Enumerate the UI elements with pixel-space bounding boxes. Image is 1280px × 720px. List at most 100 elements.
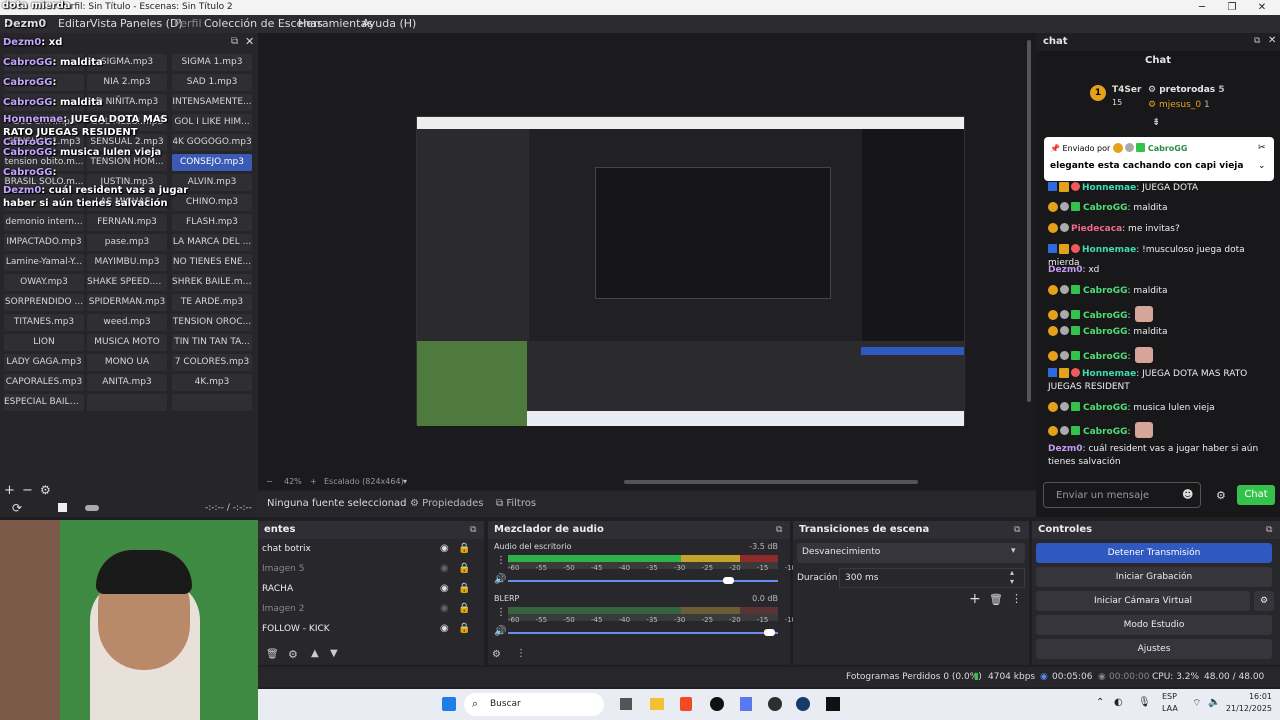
float-dock-icon[interactable]: ⧉ xyxy=(1014,525,1020,535)
studio-mode-button[interactable]: Modo Estudio xyxy=(1036,615,1272,635)
brave-icon[interactable] xyxy=(680,697,692,711)
gear-icon[interactable]: ⚙ xyxy=(288,648,298,661)
sound-button[interactable]: 4K.mp3 xyxy=(172,374,252,391)
sound-button[interactable]: OWAY.mp3 xyxy=(4,274,84,291)
volume-knob[interactable] xyxy=(723,577,734,584)
obs-icon[interactable] xyxy=(710,697,724,711)
chevron-down-icon[interactable]: ⌄ xyxy=(1258,161,1266,171)
wifi-icon[interactable]: ⌔ xyxy=(1192,697,1201,710)
horizontal-scrollbar[interactable] xyxy=(624,480,918,484)
close-dock-icon[interactable]: ✕ xyxy=(245,35,254,48)
sound-button[interactable]: TIN TIN TAN TA... xyxy=(172,334,252,351)
float-dock-icon[interactable]: ⧉ xyxy=(776,525,782,535)
volume-icon[interactable]: 🔊 xyxy=(494,626,506,637)
visibility-icon[interactable]: ◉ xyxy=(440,583,449,594)
visibility-icon[interactable]: ◉ xyxy=(440,563,449,574)
menu-ayuda[interactable]: Ayuda (H) xyxy=(362,15,416,33)
volume-slider[interactable] xyxy=(508,580,778,582)
sound-button[interactable]: NO TIENES ENE... xyxy=(172,254,252,271)
close-dock-icon[interactable]: ✕ xyxy=(1268,35,1276,46)
lock-icon[interactable]: 🔒 xyxy=(458,563,470,574)
stop-icon[interactable] xyxy=(58,503,67,512)
kebab-menu-icon[interactable]: ⋮ xyxy=(1011,592,1022,605)
source-item[interactable]: chat botrix xyxy=(262,544,311,554)
duration-input[interactable]: 300 ms ▴ ▾ xyxy=(839,568,1025,588)
zoom-plus[interactable]: + xyxy=(310,475,317,489)
zoom-minus[interactable]: − xyxy=(266,475,273,489)
menu-editar[interactable]: Editar xyxy=(58,15,91,33)
filters-button[interactable]: ⧉ Filtros xyxy=(496,498,536,509)
chat-send-button[interactable]: Chat xyxy=(1237,485,1275,505)
sound-button[interactable]: CONSEJO.mp3 xyxy=(172,154,252,171)
sound-button[interactable]: demonio intern... xyxy=(4,214,84,231)
float-dock-icon[interactable]: ⧉ xyxy=(231,36,238,47)
chevron-down-icon[interactable]: ▾ xyxy=(403,475,407,489)
source-item[interactable]: Imagen 5 xyxy=(262,564,304,574)
file-explorer-icon[interactable] xyxy=(650,698,664,710)
kebab-menu-icon[interactable]: ⋮ xyxy=(496,555,506,566)
sound-button[interactable]: FLASH.mp3 xyxy=(172,214,252,231)
sound-button[interactable]: MUSICA MOTO xyxy=(87,334,167,351)
app-icon[interactable] xyxy=(740,697,752,711)
float-dock-icon[interactable]: ⧉ xyxy=(1254,36,1260,46)
sound-button[interactable]: MAYIMBU.mp3 xyxy=(87,254,167,271)
volume-knob[interactable] xyxy=(764,629,775,636)
visibility-icon[interactable]: ◉ xyxy=(440,543,449,554)
sound-button[interactable]: ESPECIAL BAILA... xyxy=(4,394,84,411)
transition-select[interactable]: Desvanecimiento ▾ xyxy=(797,543,1025,563)
sound-button[interactable]: TE ARDE.mp3 xyxy=(172,294,252,311)
sound-button[interactable]: pase.mp3 xyxy=(87,234,167,251)
float-dock-icon[interactable]: ⧉ xyxy=(470,525,476,535)
language-label[interactable]: ESP xyxy=(1162,692,1177,701)
lock-icon[interactable]: 🔒 xyxy=(458,603,470,614)
program-preview[interactable] xyxy=(416,116,965,426)
close-window-button[interactable]: ✕ xyxy=(1244,0,1280,15)
steam-icon[interactable] xyxy=(796,697,810,711)
sound-button[interactable]: CAPORALES.mp3 xyxy=(4,374,84,391)
sound-button[interactable]: FERNAN.mp3 xyxy=(87,214,167,231)
trash-icon[interactable]: 🗑 xyxy=(989,593,1003,606)
sound-button[interactable]: Lamine-Yamal-Y... xyxy=(4,254,84,271)
sound-button[interactable]: IMPACTADO.mp3 xyxy=(4,234,84,251)
gear-icon[interactable]: ⚙ xyxy=(1254,591,1274,611)
volume-icon[interactable]: 🔈 xyxy=(1208,697,1220,708)
volume-slider[interactable] xyxy=(508,632,778,634)
sound-button[interactable]: LA MARCA DEL ... xyxy=(172,234,252,251)
kebab-menu-icon[interactable]: ⋮ xyxy=(516,648,526,659)
sound-button[interactable]: TENSION OROC... xyxy=(172,314,252,331)
clock-time[interactable]: 16:01 xyxy=(1224,692,1272,701)
properties-button[interactable]: ⚙ Propiedades xyxy=(410,498,483,509)
sound-button[interactable]: TITANES.mp3 xyxy=(4,314,84,331)
capcut-icon[interactable] xyxy=(826,697,840,711)
settings-button[interactable]: Ajustes xyxy=(1036,639,1272,659)
mixer-settings-icon[interactable]: ⚙ xyxy=(492,649,501,660)
sound-button[interactable]: SAD 1.mp3 xyxy=(172,74,252,91)
sound-button[interactable]: NIA 2.mp3 xyxy=(87,74,167,91)
sound-button[interactable]: LION xyxy=(4,334,84,351)
sound-button[interactable] xyxy=(172,394,252,411)
sound-button[interactable]: SHREK BAILE.mp3 xyxy=(172,274,252,291)
add-icon[interactable]: + xyxy=(4,483,15,498)
loop-icon[interactable]: ⟳ xyxy=(12,501,22,515)
task-view-icon[interactable] xyxy=(620,698,632,710)
sound-button[interactable]: SORPRENDIDO ... xyxy=(4,294,84,311)
unpin-icon[interactable]: ✂ xyxy=(1258,143,1266,153)
pinned-message[interactable]: 📌 Enviado por CabroGG elegante esta cach… xyxy=(1044,137,1274,181)
chevron-up-icon[interactable]: ⌃ xyxy=(1096,697,1104,708)
collapse-icon[interactable]: ⇟ xyxy=(1152,117,1160,128)
gear-icon[interactable]: ⚙ xyxy=(40,483,51,497)
vertical-scrollbar[interactable] xyxy=(1027,40,1031,402)
start-virtual-camera-button[interactable]: Iniciar Cámara Virtual xyxy=(1036,591,1250,611)
source-item[interactable]: RACHA xyxy=(262,584,293,594)
sound-button[interactable]: LADY GAGA.mp3 xyxy=(4,354,84,371)
menu-perfil[interactable]: Perfil xyxy=(174,15,202,33)
add-transition-icon[interactable]: + xyxy=(969,591,981,607)
lock-icon[interactable]: 🔒 xyxy=(458,543,470,554)
tray-icon[interactable]: ◐ xyxy=(1114,697,1123,708)
volume-slider[interactable] xyxy=(85,505,99,511)
move-down-icon[interactable]: ▼ xyxy=(330,648,338,659)
sound-button[interactable]: SIGMA 1.mp3 xyxy=(172,54,252,71)
sound-button[interactable]: INTENSAMENTE... xyxy=(172,94,252,111)
trash-icon[interactable]: 🗑 xyxy=(266,649,279,660)
gear-icon[interactable]: ⚙ xyxy=(1216,489,1226,502)
